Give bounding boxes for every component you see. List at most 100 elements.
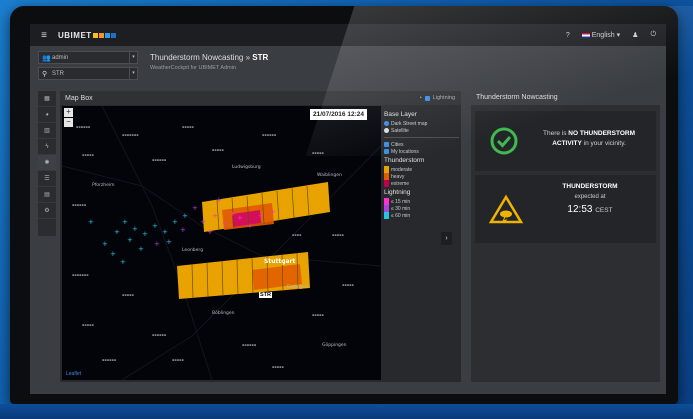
legend-15min: ≤ 15 min (384, 198, 459, 205)
help-icon[interactable]: ? (566, 32, 570, 39)
user-select[interactable]: 👥 admin ▾ (38, 51, 138, 64)
svg-text:+: + (180, 226, 186, 234)
svg-text:▪▪▪▪▪: ▪▪▪▪▪ (122, 293, 134, 297)
city-label-pforzheim: Pforzheim (92, 182, 115, 188)
station-marker[interactable]: STR (259, 292, 272, 298)
city-label-ludwigsburg: Ludwigsburg (232, 164, 261, 170)
sidebar: ▦ ◕ ▥ ϟ ✺ ☰ ▤ ⚙ (38, 91, 56, 236)
app-screen: ≡ UBIMET ? English ▾ ♟ ⏻ 👥 admin ▾ ⚲ STR… (30, 24, 666, 394)
lightning-checkbox[interactable] (424, 95, 430, 101)
zoom-in-button[interactable]: + (64, 108, 73, 117)
svg-text:▪▪▪▪▪▪: ▪▪▪▪▪▪ (102, 358, 117, 362)
bolt-icon[interactable]: ϟ (38, 139, 56, 155)
page-title: Thunderstorm Nowcasting » STR (150, 53, 269, 62)
city-label-stuttgart: Stuttgart (264, 258, 296, 265)
list-icon[interactable]: ☰ (38, 171, 56, 187)
map-legend: Base Layer Dark Street map Satellite Cit… (384, 109, 459, 219)
top-bar: ≡ UBIMET ? English ▾ ♟ ⏻ (30, 24, 666, 46)
map-layer: ++ + + ++ ++ ++ ++ ++ ++ ++ ++ ++ + + ++ +… (62, 106, 381, 380)
status-box: There is NO THUNDERSTORM ACTIVITY in you… (475, 111, 656, 171)
brand-logo: UBIMET (58, 31, 116, 40)
city-label-leonberg: Leonberg (182, 247, 203, 253)
svg-text:+: + (110, 250, 116, 258)
svg-text:▪▪▪▪▪: ▪▪▪▪▪ (272, 365, 284, 369)
legend-heavy: heavy (384, 173, 459, 180)
globe-icon[interactable]: ◕ (38, 107, 56, 123)
svg-text:▪▪▪▪▪▪: ▪▪▪▪▪▪ (152, 158, 167, 162)
expand-arrow-icon[interactable]: › (441, 232, 452, 245)
svg-text:+: + (182, 212, 188, 220)
svg-text:▪▪▪▪: ▪▪▪▪ (292, 233, 302, 237)
map-canvas[interactable]: + + + + + + + + + + + + + + + + + + + + + + + + + + +… (62, 106, 381, 380)
svg-text:▪▪▪▪▪: ▪▪▪▪▪ (82, 323, 94, 327)
map-box-header: Map Box • Lightning (60, 91, 461, 105)
forecast-box: THUNDERSTORM expected at 12:53 CEST (475, 175, 656, 243)
map-credit[interactable]: Leaflet (66, 371, 81, 377)
flag-icon (581, 32, 590, 38)
users-icon: 👥 (42, 54, 51, 62)
chart-icon[interactable]: ▥ (38, 123, 56, 139)
dot-icon: • (419, 95, 422, 101)
cogs-icon[interactable]: ⚙ (38, 203, 56, 219)
power-icon[interactable]: ⏻ (650, 31, 656, 39)
base-layer-title: Base Layer (384, 111, 417, 118)
legend-extreme: extreme (384, 180, 459, 187)
calendar-icon[interactable]: ▤ (38, 187, 56, 203)
svg-text:+: + (270, 208, 276, 216)
zoom-controls: + − (64, 108, 73, 127)
base-layer-option-dark[interactable]: Dark Street map (384, 120, 459, 127)
legend-30min: ≤ 30 min (384, 205, 459, 212)
svg-text:+: + (247, 222, 253, 230)
svg-text:▪▪▪▪▪▪▪: ▪▪▪▪▪▪▪ (122, 133, 139, 137)
legend-60min: ≤ 60 min (384, 212, 459, 219)
city-label-goppingen: Göppingen (322, 342, 347, 348)
svg-text:▪▪▪▪▪▪: ▪▪▪▪▪▪ (72, 203, 87, 207)
base-layer-option-satellite[interactable]: Satellite (384, 127, 459, 134)
radio-icon (384, 128, 389, 133)
svg-text:+: + (138, 245, 144, 253)
map-marker-icon: ⚲ (42, 70, 48, 78)
svg-text:+: + (122, 218, 128, 226)
dashboard-icon[interactable]: ▦ (38, 91, 56, 107)
checkbox-icon (384, 149, 389, 154)
svg-text:+: + (154, 240, 160, 248)
nowcasting-panel-title: Thunderstorm Nowcasting (471, 91, 660, 105)
svg-text:+: + (258, 212, 264, 220)
map-timestamp: 21/07/2016 12:24 (310, 109, 367, 120)
svg-text:+: + (192, 204, 198, 212)
language-select[interactable]: English ▾ (581, 31, 620, 39)
location-select[interactable]: ⚲ STR ▾ (38, 67, 138, 80)
status-message: There is NO THUNDERSTORM ACTIVITY in you… (543, 130, 635, 147)
chevron-down-icon: ▾ (129, 68, 137, 79)
chevron-down-icon: ▾ (129, 52, 137, 63)
overlay-my-locations[interactable]: My locations (384, 148, 459, 155)
desk-surface (0, 404, 693, 419)
forecast-time: 12:53 CEST (567, 204, 613, 215)
svg-text:▪▪▪▪▪: ▪▪▪▪▪ (332, 233, 344, 237)
svg-text:+: + (88, 218, 94, 226)
zoom-out-button[interactable]: − (64, 118, 73, 127)
svg-text:+: + (162, 228, 168, 236)
svg-text:▪▪▪▪▪: ▪▪▪▪▪ (312, 313, 324, 317)
svg-text:+: + (230, 210, 236, 218)
radio-selected-icon (384, 121, 389, 126)
city-label-boblingen: Böblingen (212, 310, 235, 316)
svg-text:+: + (142, 230, 148, 238)
hamburger-menu-icon[interactable]: ≡ (30, 30, 58, 41)
city-label-waiblingen: Waiblingen (317, 172, 342, 178)
svg-text:+: + (237, 214, 243, 222)
warning-storm-icon (489, 194, 523, 224)
checkbox-icon (384, 142, 389, 147)
svg-text:+: + (132, 225, 138, 233)
user-icon[interactable]: ♟ (632, 31, 638, 39)
svg-text:▪▪▪▪▪▪▪: ▪▪▪▪▪▪▪ (72, 273, 89, 277)
legend-moderate: moderate (384, 166, 459, 173)
svg-text:+: + (166, 238, 172, 246)
svg-text:▪▪▪▪▪: ▪▪▪▪▪ (342, 283, 354, 287)
map-town-labels: ▪▪▪▪▪▪▪▪▪▪▪▪▪▪▪▪▪▪ ▪▪▪▪▪▪▪▪▪▪▪▪▪▪▪▪ ▪▪▪▪… (72, 125, 354, 369)
gear-icon[interactable]: ✺ (38, 155, 56, 171)
nowcasting-panel: Thunderstorm Nowcasting There is NO THUN… (471, 91, 660, 382)
svg-text:+: + (127, 236, 133, 244)
overlay-cities[interactable]: Cities (384, 141, 459, 148)
svg-text:▪▪▪▪▪▪: ▪▪▪▪▪▪ (262, 133, 277, 137)
